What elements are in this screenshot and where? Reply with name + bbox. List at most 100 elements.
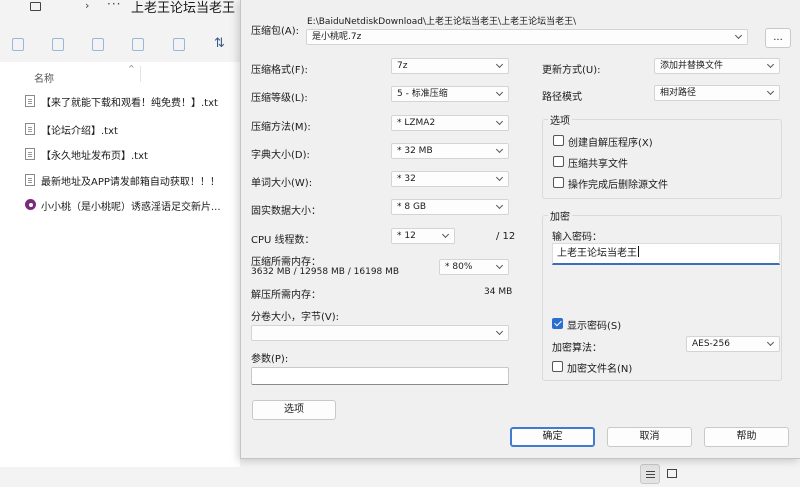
details-view-button[interactable] xyxy=(640,464,660,484)
compress-memory-label: 压缩所需内存： xyxy=(251,257,321,268)
chevron-down-icon[interactable] xyxy=(734,30,744,44)
more-icon[interactable]: ··· xyxy=(107,0,121,11)
word-size-label: 单词大小(W): xyxy=(251,178,313,189)
list-item[interactable]: 【永久地址发布页】.txt xyxy=(25,147,240,163)
options-group-title: 选项 xyxy=(548,112,572,127)
chevron-down-icon[interactable] xyxy=(495,260,505,274)
monitor-icon xyxy=(30,2,41,11)
tiles-view-button[interactable] xyxy=(662,464,682,484)
breadcrumb-current-folder[interactable]: 上老王论坛当老王 xyxy=(131,0,235,16)
browse-button[interactable]: ... xyxy=(765,28,791,48)
delete-icon[interactable] xyxy=(173,38,185,51)
level-value: 5 - 标准压缩 xyxy=(397,89,448,99)
column-header-name[interactable]: 名称 xyxy=(34,70,54,85)
media-file-icon xyxy=(25,199,36,210)
solid-block-label: 固实数据大小： xyxy=(251,206,321,217)
tiles-view-icon xyxy=(667,469,677,478)
format-select[interactable]: 7z xyxy=(391,58,509,74)
cancel-button[interactable]: 取消 xyxy=(607,427,692,447)
update-mode-label: 更新方式(U): xyxy=(542,65,601,76)
solid-block-value: * 8 GB xyxy=(397,202,427,212)
memory-usage-select[interactable]: * 80% xyxy=(439,259,509,275)
cpu-threads-max: / 12 xyxy=(496,231,516,242)
chevron-down-icon[interactable] xyxy=(766,59,776,73)
create-sfx-label: 创建自解压程序(X) xyxy=(568,138,653,149)
column-divider[interactable] xyxy=(140,66,141,82)
decompress-memory-label: 解压所需内存： xyxy=(251,290,321,301)
dictionary-select[interactable]: * 32 MB xyxy=(391,143,509,159)
list-item[interactable]: 最新地址及APP请发邮箱自动获取！！！ xyxy=(25,173,240,189)
compress-shared-label: 压缩共享文件 xyxy=(568,159,628,170)
path-mode-label: 路径模式 xyxy=(542,92,582,103)
list-item[interactable]: 【来了就能下载和观看！纯免费！】.txt xyxy=(25,94,240,110)
chevron-down-icon[interactable] xyxy=(495,87,505,101)
archive-path: E:\BaiduNetdiskDownload\上老王论坛当老王\上老王论坛当老… xyxy=(307,17,577,27)
solid-block-select[interactable]: * 8 GB xyxy=(391,199,509,215)
method-value: * LZMA2 xyxy=(397,118,436,128)
chevron-down-icon[interactable] xyxy=(495,59,505,73)
text-cursor xyxy=(638,246,639,257)
file-name: 小小桃（是小桃呢）诱惑淫语足交新片... xyxy=(41,202,221,213)
cpu-threads-label: CPU 线程数： xyxy=(251,235,315,246)
archive-name-combo[interactable]: 是小桃呢.7z xyxy=(306,29,748,45)
chevron-right-icon[interactable]: › xyxy=(85,0,89,12)
list-item[interactable]: 【论坛介绍】.txt xyxy=(25,122,240,138)
add-to-archive-dialog: 压缩包(A): E:\BaiduNetdiskDownload\上老王论坛当老王… xyxy=(240,0,800,459)
dictionary-value: * 32 MB xyxy=(397,146,433,156)
password-input[interactable]: 上老王论坛当老王 xyxy=(552,243,780,265)
compress-memory-detail: 3632 MB / 12958 MB / 16198 MB xyxy=(251,267,400,277)
path-mode-value: 相对路径 xyxy=(660,88,697,98)
file-name: 【来了就能下载和观看！纯免费！】.txt xyxy=(41,98,218,109)
text-file-icon xyxy=(25,174,35,186)
rename-icon[interactable] xyxy=(92,38,104,51)
checkbox-box[interactable] xyxy=(553,135,564,146)
file-name: 最新地址及APP请发邮箱自动获取！！！ xyxy=(41,177,220,188)
paste-icon[interactable] xyxy=(52,38,64,51)
cpu-threads-value: * 12 xyxy=(397,231,416,241)
file-name: 【论坛介绍】.txt xyxy=(41,126,118,137)
level-label: 压缩等级(L): xyxy=(251,93,308,104)
word-size-value: * 32 xyxy=(397,174,416,184)
password-value: 上老王论坛当老王 xyxy=(557,248,637,259)
show-password-label: 显示密码(S) xyxy=(567,321,622,332)
delete-after-label: 操作完成后删除源文件 xyxy=(568,180,668,191)
volume-size-combo[interactable] xyxy=(251,325,509,341)
chevron-down-icon[interactable] xyxy=(766,86,776,100)
chevron-down-icon[interactable] xyxy=(495,116,505,130)
chevron-down-icon[interactable] xyxy=(495,144,505,158)
share-icon[interactable] xyxy=(132,38,144,51)
checkbox-checked-icon[interactable] xyxy=(552,318,563,329)
method-label: 压缩方法(M): xyxy=(251,122,311,133)
encryption-method-select[interactable]: AES-256 xyxy=(686,336,780,352)
level-select[interactable]: 5 - 标准压缩 xyxy=(391,86,509,102)
chevron-down-icon[interactable] xyxy=(495,326,505,340)
checkbox-box[interactable] xyxy=(553,177,564,188)
checkbox-box[interactable] xyxy=(552,361,563,372)
checkbox-box[interactable] xyxy=(553,156,564,167)
copy-icon[interactable] xyxy=(12,38,24,51)
parameters-input[interactable] xyxy=(251,367,509,385)
chevron-down-icon[interactable] xyxy=(495,200,505,214)
dictionary-label: 字典大小(D): xyxy=(251,150,310,161)
decompress-memory-value: 34 MB xyxy=(484,287,513,297)
chevron-down-icon[interactable] xyxy=(495,172,505,186)
sort-icon[interactable]: ⇅ xyxy=(214,36,225,51)
update-mode-select[interactable]: 添加并替换文件 xyxy=(654,58,780,74)
encryption-method-value: AES-256 xyxy=(692,339,730,349)
text-file-icon xyxy=(25,123,35,135)
ok-button[interactable]: 确定 xyxy=(510,427,595,447)
cpu-threads-select[interactable]: * 12 xyxy=(391,228,455,244)
chevron-down-icon[interactable] xyxy=(766,337,776,351)
word-size-select[interactable]: * 32 xyxy=(391,171,509,187)
encryption-group-title: 加密 xyxy=(548,208,572,223)
details-view-icon xyxy=(646,471,655,472)
format-label: 压缩格式(F): xyxy=(251,65,308,76)
sort-caret-icon: ^ xyxy=(128,64,135,73)
chevron-down-icon[interactable] xyxy=(441,229,451,243)
method-select[interactable]: * LZMA2 xyxy=(391,115,509,131)
archive-name-value: 是小桃呢.7z xyxy=(312,32,362,42)
list-item[interactable]: 小小桃（是小桃呢）诱惑淫语足交新片... xyxy=(25,198,240,214)
path-mode-select[interactable]: 相对路径 xyxy=(654,85,780,101)
options-button[interactable]: 选项 xyxy=(252,400,336,420)
help-button[interactable]: 帮助 xyxy=(704,427,789,447)
